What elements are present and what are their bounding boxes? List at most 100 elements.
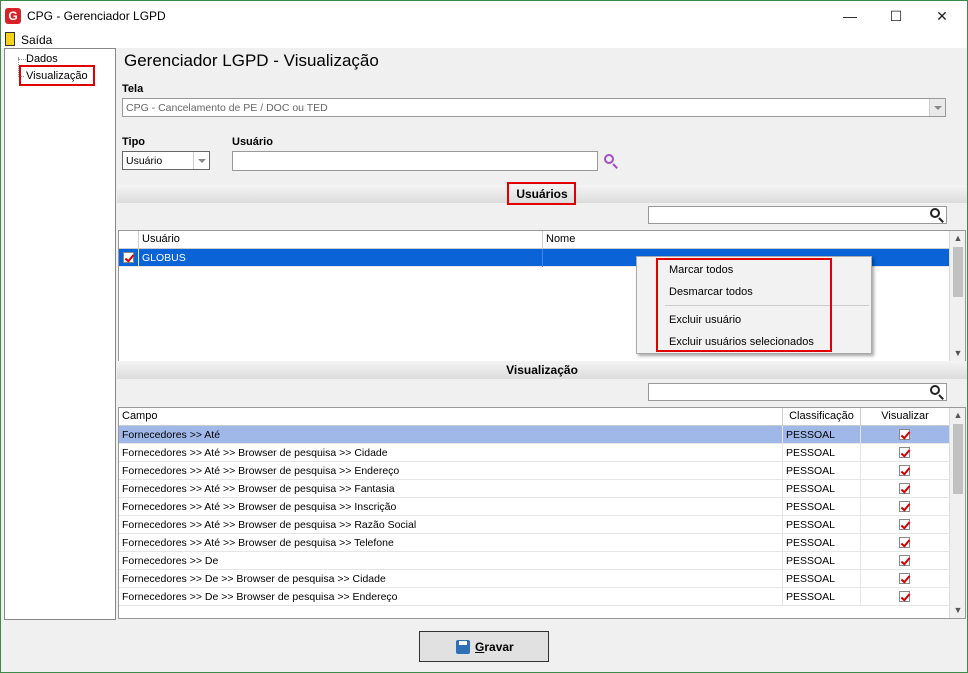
highlight-box xyxy=(19,65,95,86)
classificacao-cell: PESSOAL xyxy=(783,570,861,588)
usuario-cell: GLOBUS xyxy=(139,249,543,267)
tipo-label: Tipo xyxy=(122,136,146,148)
campo-cell: Fornecedores >> Até >> Browser de pesqui… xyxy=(119,444,783,462)
visualizar-cell[interactable] xyxy=(861,444,949,462)
column-header-usuario[interactable]: Usuário xyxy=(139,231,543,249)
classificacao-cell: PESSOAL xyxy=(783,462,861,480)
visualizar-checkbox[interactable] xyxy=(899,429,910,440)
classificacao-cell: PESSOAL xyxy=(783,588,861,606)
campo-cell: Fornecedores >> Até >> Browser de pesqui… xyxy=(119,516,783,534)
table-row[interactable]: Fornecedores >> De >> Browser de pesquis… xyxy=(119,588,949,606)
table-row[interactable]: Fornecedores >> De >> Browser de pesquis… xyxy=(119,570,949,588)
menu-exit[interactable]: Saída xyxy=(21,33,52,47)
campo-cell: Fornecedores >> De xyxy=(119,552,783,570)
visualizacao-grid: Campo Classificação Visualizar Fornecedo… xyxy=(118,407,966,619)
tela-select[interactable]: CPG - Cancelamento de PE / DOC ou TED xyxy=(122,98,946,117)
classificacao-cell: PESSOAL xyxy=(783,534,861,552)
scroll-up-icon[interactable]: ▲ xyxy=(953,233,963,243)
tipo-value: Usuário xyxy=(126,155,163,167)
chevron-down-icon[interactable] xyxy=(193,152,209,169)
visualizar-checkbox[interactable] xyxy=(899,501,910,512)
search-icon[interactable] xyxy=(602,152,620,170)
scroll-down-icon[interactable]: ▼ xyxy=(953,348,963,358)
visualizacao-section-title: Visualização xyxy=(506,363,578,377)
visualizar-cell[interactable] xyxy=(861,534,949,552)
visualizar-cell[interactable] xyxy=(861,426,949,444)
window-title: CPG - Gerenciador LGPD xyxy=(27,9,166,23)
table-row[interactable]: Fornecedores >> Até >> Browser de pesqui… xyxy=(119,444,949,462)
column-header-visualizar[interactable]: Visualizar xyxy=(861,408,949,426)
floppy-disk-icon xyxy=(456,640,470,654)
maximize-button[interactable]: ☐ xyxy=(873,1,919,31)
save-mnemonic: G xyxy=(475,640,485,654)
app-logo-icon: G xyxy=(5,8,21,24)
classificacao-cell: PESSOAL xyxy=(783,552,861,570)
table-row[interactable]: Fornecedores >> Até >> Browser de pesqui… xyxy=(119,534,949,552)
chevron-down-icon[interactable] xyxy=(929,99,945,116)
visualizar-checkbox[interactable] xyxy=(899,483,910,494)
visualizar-checkbox[interactable] xyxy=(899,555,910,566)
close-button[interactable]: ✕ xyxy=(919,1,965,31)
column-header-campo[interactable]: Campo xyxy=(119,408,783,426)
table-row[interactable]: Fornecedores >> Até >> Browser de pesqui… xyxy=(119,516,949,534)
column-header-classificacao[interactable]: Classificação xyxy=(783,408,861,426)
save-button-label: Gravar xyxy=(475,640,514,654)
campo-cell: Fornecedores >> Até >> Browser de pesqui… xyxy=(119,462,783,480)
exit-door-icon[interactable] xyxy=(5,32,15,46)
select-column-header xyxy=(119,231,139,249)
save-button[interactable]: Gravar xyxy=(419,631,549,662)
visualizar-cell[interactable] xyxy=(861,462,949,480)
visualizar-cell[interactable] xyxy=(861,516,949,534)
scroll-up-icon[interactable]: ▲ xyxy=(953,410,963,420)
classificacao-cell: PESSOAL xyxy=(783,480,861,498)
visualizar-cell[interactable] xyxy=(861,552,949,570)
visualizar-checkbox[interactable] xyxy=(899,447,910,458)
usuarios-search-input[interactable] xyxy=(648,206,947,224)
classificacao-cell: PESSOAL xyxy=(783,498,861,516)
page-title: Gerenciador LGPD - Visualização xyxy=(124,51,379,70)
row-checkbox[interactable] xyxy=(123,252,134,263)
save-rest: ravar xyxy=(484,640,514,654)
visualizacao-scrollbar[interactable]: ▲ ▼ xyxy=(949,408,965,618)
usuario-input[interactable] xyxy=(232,151,598,171)
search-icon[interactable] xyxy=(928,383,946,401)
usuarios-grid-header: Usuário Nome xyxy=(119,231,949,249)
visualizacao-section-header: Visualização xyxy=(117,361,967,379)
tipo-select[interactable]: Usuário xyxy=(122,151,210,170)
visualizar-checkbox[interactable] xyxy=(899,465,910,476)
visualizar-cell[interactable] xyxy=(861,570,949,588)
scroll-thumb[interactable] xyxy=(953,424,963,494)
usuario-label: Usuário xyxy=(232,136,273,148)
campo-cell: Fornecedores >> Até >> Browser de pesqui… xyxy=(119,498,783,516)
table-row[interactable]: Fornecedores >> De PESSOAL xyxy=(119,552,949,570)
visualizar-cell[interactable] xyxy=(861,588,949,606)
tree-connector xyxy=(18,59,26,60)
table-row[interactable]: Fornecedores >> Até PESSOAL xyxy=(119,426,949,444)
table-row[interactable]: Fornecedores >> Até >> Browser de pesqui… xyxy=(119,480,949,498)
table-row[interactable]: Fornecedores >> Até >> Browser de pesqui… xyxy=(119,498,949,516)
visualizar-cell[interactable] xyxy=(861,498,949,516)
highlight-box xyxy=(507,182,576,205)
campo-cell: Fornecedores >> De >> Browser de pesquis… xyxy=(119,588,783,606)
table-row[interactable]: Fornecedores >> Até >> Browser de pesqui… xyxy=(119,462,949,480)
visualizacao-search-input[interactable] xyxy=(648,383,947,401)
visualizar-checkbox[interactable] xyxy=(899,591,910,602)
campo-cell: Fornecedores >> Até >> Browser de pesqui… xyxy=(119,480,783,498)
classificacao-cell: PESSOAL xyxy=(783,516,861,534)
scroll-down-icon[interactable]: ▼ xyxy=(953,605,963,615)
tree-item-dados[interactable]: Dados xyxy=(26,53,58,65)
menu-bar: Saída xyxy=(1,31,967,48)
scroll-thumb[interactable] xyxy=(953,247,963,297)
column-header-nome[interactable]: Nome xyxy=(543,231,949,249)
minimize-button[interactable]: — xyxy=(827,1,873,31)
visualizar-checkbox[interactable] xyxy=(899,519,910,530)
usuarios-scrollbar[interactable]: ▲ ▼ xyxy=(949,231,965,361)
visualizar-checkbox[interactable] xyxy=(899,537,910,548)
visualizar-checkbox[interactable] xyxy=(899,573,910,584)
search-icon[interactable] xyxy=(928,206,946,224)
highlight-box xyxy=(656,258,832,352)
app-window: G CPG - Gerenciador LGPD — ☐ ✕ Saída Dad… xyxy=(0,0,968,673)
visualizar-cell[interactable] xyxy=(861,480,949,498)
campo-cell: Fornecedores >> Até >> Browser de pesqui… xyxy=(119,534,783,552)
row-select-cell[interactable] xyxy=(119,249,139,267)
